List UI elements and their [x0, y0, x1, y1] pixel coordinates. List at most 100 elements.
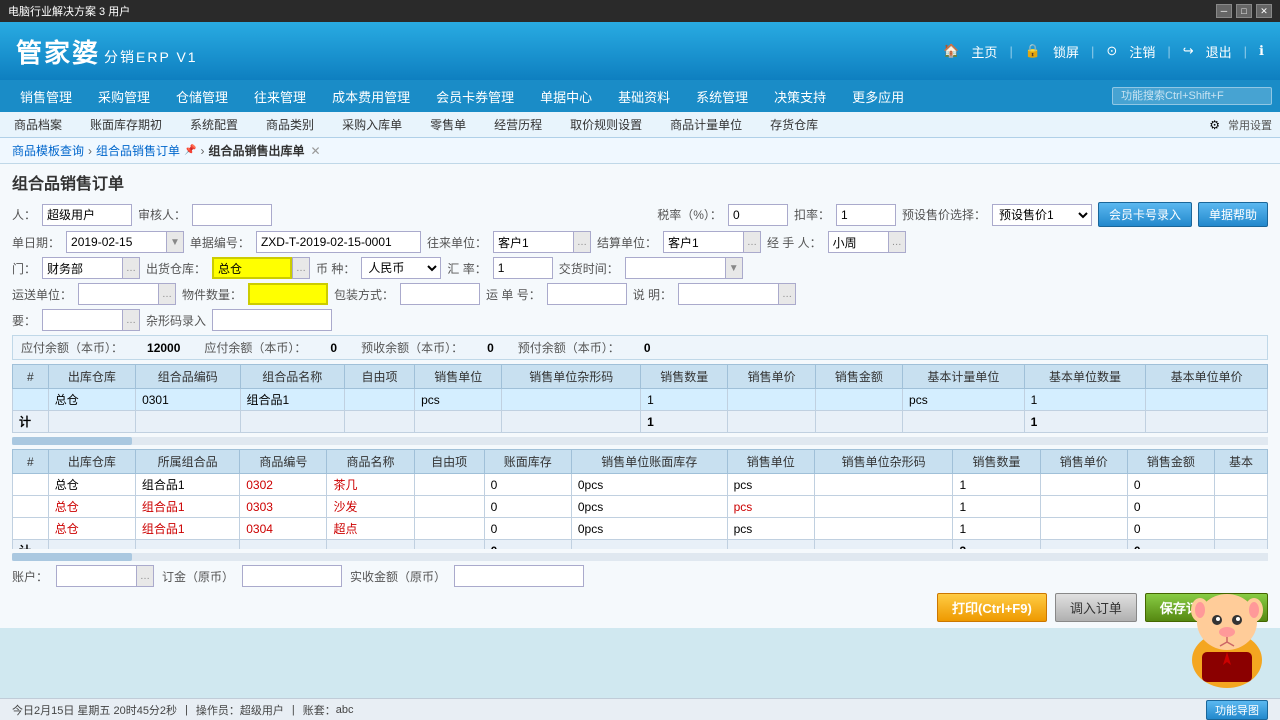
subnav-purchase-in[interactable]: 采购入库单: [336, 114, 408, 135]
nav-more[interactable]: 更多应用: [840, 83, 916, 110]
help-btn[interactable]: 单据帮助: [1198, 202, 1268, 227]
statusbar-account: abc: [336, 704, 354, 716]
shipping-no-input[interactable]: [547, 283, 627, 305]
handler-wrap: …: [828, 231, 906, 253]
currency-select[interactable]: 人民币: [361, 257, 441, 279]
maximize-button[interactable]: □: [1236, 4, 1252, 18]
account-btn[interactable]: …: [136, 565, 154, 587]
minimize-button[interactable]: ─: [1216, 4, 1232, 18]
to-unit-btn[interactable]: …: [573, 231, 591, 253]
subnav: 商品档案 账面库存期初 系统配置 商品类别 采购入库单 零售单 经营历程 取价规…: [0, 112, 1280, 138]
import-btn[interactable]: 调入订单: [1055, 593, 1137, 622]
statusbar-help-btn[interactable]: 功能导图: [1206, 700, 1268, 720]
subnav-measure[interactable]: 商品计量单位: [664, 114, 748, 135]
exit-label[interactable]: 退出: [1206, 42, 1232, 61]
order-no-input[interactable]: [256, 231, 421, 253]
col-sales-qty: 销售数量: [641, 365, 728, 389]
help-icon[interactable]: ℹ: [1259, 43, 1264, 59]
to-unit-input[interactable]: [493, 231, 573, 253]
reviewer-input[interactable]: [192, 204, 272, 226]
items-count-label: 物件数量：: [182, 286, 242, 303]
tax-input[interactable]: [728, 204, 788, 226]
actual-amount-input[interactable]: [454, 565, 584, 587]
subnav-stock-init[interactable]: 账面库存期初: [84, 114, 168, 135]
barcode-input[interactable]: [212, 309, 332, 331]
date-input[interactable]: [66, 231, 166, 253]
table-row[interactable]: 总仓 组合品1 0302 茶几 0 0pcs pcs 1 0: [13, 474, 1268, 496]
nav-warehouse[interactable]: 仓储管理: [164, 83, 240, 110]
person-input[interactable]: [42, 204, 132, 226]
remark-input[interactable]: [42, 309, 122, 331]
home-label[interactable]: 主页: [971, 42, 997, 61]
dept-input[interactable]: [42, 257, 122, 279]
form-row-4: 运送单位： … 物件数量： 包装方式： 运 单 号： 说 明： …: [12, 283, 1268, 305]
home-icon[interactable]: 🏠: [943, 43, 959, 59]
subnav-goods-file[interactable]: 商品档案: [8, 114, 68, 135]
logout-label[interactable]: 注销: [1129, 42, 1155, 61]
nav-purchase[interactable]: 采购管理: [86, 83, 162, 110]
nav-orders[interactable]: 单据中心: [528, 83, 604, 110]
settle-unit-input[interactable]: [663, 231, 743, 253]
header: 管家婆分销ERP V1 🏠 主页 | 🔒 锁屏 | ⊙ 注销 | ↪ 退出 | …: [0, 22, 1280, 80]
settle-unit-wrap: …: [663, 231, 761, 253]
subnav-goods-type[interactable]: 商品类别: [260, 114, 320, 135]
bc-close-btn[interactable]: ✕: [311, 144, 321, 158]
subnav-price-rules[interactable]: 取价规则设置: [564, 114, 648, 135]
mainnav-search-input[interactable]: [1112, 87, 1272, 105]
items-count-input[interactable]: [248, 283, 328, 305]
handler-btn[interactable]: …: [888, 231, 906, 253]
statusbar-operator: 超级用户: [240, 702, 284, 718]
close-button[interactable]: ✕: [1256, 4, 1272, 18]
nav-decision[interactable]: 决策支持: [762, 83, 838, 110]
remark-btn[interactable]: …: [122, 309, 140, 331]
print-btn[interactable]: 打印(Ctrl+F9): [937, 593, 1047, 622]
remark-label: 要：: [12, 312, 36, 329]
bc-template[interactable]: 商品模板查询: [12, 142, 84, 159]
to-unit-wrap: …: [493, 231, 591, 253]
subnav-retail[interactable]: 零售单: [424, 114, 472, 135]
order-amount-input[interactable]: [242, 565, 342, 587]
member-card-btn[interactable]: 会员卡号录入: [1098, 202, 1192, 227]
nav-contacts[interactable]: 往来管理: [242, 83, 318, 110]
summary-row: 应付余额（本币）： 12000 应付余额（本币）： 0 预收余额（本币）： 0 …: [12, 335, 1268, 360]
handler-input[interactable]: [828, 231, 888, 253]
warehouse-btn[interactable]: …: [292, 257, 310, 279]
col-sales-barcode: 销售单位杂形码: [502, 365, 641, 389]
discount-input[interactable]: [836, 204, 896, 226]
nav-system[interactable]: 系统管理: [684, 83, 760, 110]
bottom-actions: 打印(Ctrl+F9) 调入订单 保存订单（F3）: [12, 593, 1268, 622]
subnav-warehouse[interactable]: 存货仓库: [764, 114, 824, 135]
exchange-input[interactable]: [493, 257, 553, 279]
note-input[interactable]: [678, 283, 778, 305]
nav-member[interactable]: 会员卡券管理: [424, 83, 526, 110]
date-dropdown-btn[interactable]: ▼: [166, 231, 184, 253]
subnav-history[interactable]: 经营历程: [488, 114, 548, 135]
top-table-hscroll[interactable]: [12, 437, 1268, 445]
order-no-label: 单据编号：: [190, 234, 250, 251]
delivery-unit-btn[interactable]: …: [158, 283, 176, 305]
package-input[interactable]: [400, 283, 480, 305]
table-row[interactable]: 总仓 0301 组合品1 pcs 1 pcs 1: [13, 389, 1268, 411]
common-settings-btn[interactable]: 常用设置: [1228, 117, 1272, 133]
to-unit-label: 往来单位：: [427, 234, 487, 251]
bc-combo-order[interactable]: 组合品销售订单: [96, 142, 180, 159]
delivery-unit-input[interactable]: [78, 283, 158, 305]
nav-sales[interactable]: 销售管理: [8, 83, 84, 110]
preset-price-select[interactable]: 预设售价1: [992, 204, 1092, 226]
note-btn[interactable]: …: [778, 283, 796, 305]
subnav-sys-config[interactable]: 系统配置: [184, 114, 244, 135]
bottom-table-hscroll[interactable]: [12, 553, 1268, 561]
delivery-time-btn[interactable]: ▼: [725, 257, 743, 279]
delivery-time-input[interactable]: [625, 257, 725, 279]
account-input[interactable]: [56, 565, 136, 587]
nav-cost[interactable]: 成本费用管理: [320, 83, 422, 110]
table-row[interactable]: 总仓 组合品1 0304 超点 0 0pcs pcs 1 0: [13, 518, 1268, 540]
nav-basic[interactable]: 基础资料: [606, 83, 682, 110]
lock-label[interactable]: 锁屏: [1053, 42, 1079, 61]
table-row[interactable]: 总仓 组合品1 0303 沙发 0 0pcs pcs 1 0: [13, 496, 1268, 518]
warehouse-input[interactable]: [212, 257, 292, 279]
actual-amount-label: 实收金额（原币）: [350, 568, 446, 585]
barcode-label: 杂形码录入: [146, 312, 206, 329]
dept-btn[interactable]: …: [122, 257, 140, 279]
settle-unit-btn[interactable]: …: [743, 231, 761, 253]
